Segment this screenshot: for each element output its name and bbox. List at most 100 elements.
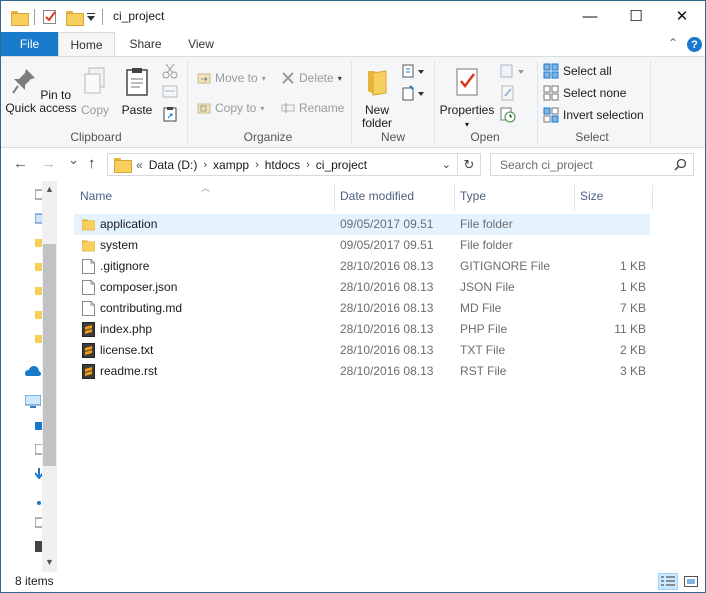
file-name: readme.rst <box>100 364 158 378</box>
breadcrumb-htdocs[interactable]: htdocs <box>265 158 300 172</box>
collapse-ribbon-icon[interactable]: ⌃ <box>668 36 678 50</box>
organize-group-label: Organize <box>243 130 293 144</box>
divider <box>34 9 35 25</box>
help-icon[interactable]: ? <box>687 37 702 52</box>
new-item-icon <box>402 64 424 78</box>
file-row[interactable]: readme.rst 28/10/2016 08.13 RST File 3 KB <box>74 361 650 382</box>
up-button[interactable]: ↑ <box>88 155 96 172</box>
column-divider[interactable] <box>652 185 653 211</box>
file-type: File folder <box>460 238 513 252</box>
scroll-up-arrow-icon[interactable]: ▲ <box>45 184 54 194</box>
large-icons-view-icon <box>684 576 698 587</box>
status-bar: 8 items <box>1 572 705 592</box>
breadcrumb-separator[interactable]: › <box>203 159 207 171</box>
select-none-icon <box>543 85 559 101</box>
column-header-date-modified[interactable]: Date modified <box>334 181 454 211</box>
nav-pane-scrollbar-thumb[interactable] <box>43 244 56 466</box>
properties-icon <box>456 68 478 96</box>
address-dropdown-icon[interactable]: ⌄ <box>442 158 451 171</box>
ribbon-tabs: File Home Share View ⌃ ? <box>1 32 705 57</box>
select-all-button[interactable]: Select all <box>543 63 612 79</box>
file-name: .gitignore <box>100 259 150 273</box>
copy-path-button[interactable] <box>162 85 178 99</box>
search-input[interactable]: Search ci_project <box>490 153 694 176</box>
move-to-button[interactable]: Move to ▾ <box>197 71 266 85</box>
tab-home[interactable]: Home <box>58 32 115 57</box>
address-folder-icon <box>114 158 132 173</box>
details-view-button[interactable] <box>658 573 678 590</box>
onedrive-icon[interactable] <box>25 365 41 377</box>
file-row[interactable]: contributing.md 28/10/2016 08.13 MD File 7 … <box>74 298 650 319</box>
pin-to-quick-access-button[interactable]: Pin to Quick access <box>5 67 77 115</box>
scroll-down-arrow-icon[interactable]: ▼ <box>45 557 54 567</box>
forward-button[interactable]: → <box>41 155 56 172</box>
clipboard-group-label: Clipboard <box>70 130 122 144</box>
tab-share[interactable]: Share <box>118 32 173 56</box>
tab-view[interactable]: View <box>177 32 225 56</box>
properties-button[interactable]: Properties ▾ <box>438 67 496 131</box>
file-name: index.php <box>100 322 153 336</box>
explorer-window: ci_project — ☐ ✕ File Home Share View ⌃ … <box>0 0 706 593</box>
copy-button[interactable]: Copy <box>78 67 112 117</box>
select-group-label: Select <box>575 130 609 144</box>
paste-shortcut-button[interactable] <box>162 106 178 122</box>
breadcrumb-drive[interactable]: Data (D:) <box>149 158 198 172</box>
paste-button[interactable]: Paste <box>119 67 155 117</box>
history-button[interactable] <box>500 107 516 123</box>
open-icon <box>500 64 524 78</box>
file-row[interactable]: application 09/05/2017 09.51 File folder <box>74 214 650 235</box>
close-button[interactable]: ✕ <box>659 1 705 31</box>
address-bar[interactable]: « Data (D:) › xampp › htdocs › ci_projec… <box>107 153 458 176</box>
delete-button[interactable]: Delete ▾ <box>281 71 342 85</box>
refresh-button[interactable]: ↻ <box>458 153 481 176</box>
breadcrumb-separator[interactable]: › <box>255 159 259 171</box>
title-bar: ci_project — ☐ ✕ <box>1 1 705 32</box>
open-button[interactable] <box>500 63 526 79</box>
file-row[interactable]: .gitignore 28/10/2016 08.13 GITIGNORE File… <box>74 256 650 277</box>
ribbon-divider <box>650 61 651 145</box>
customize-toolbar-icon[interactable] <box>87 8 95 26</box>
tab-file[interactable]: File <box>1 32 58 56</box>
breadcrumb-xampp[interactable]: xampp <box>213 158 249 172</box>
breadcrumb-overflow[interactable]: « <box>136 158 143 172</box>
maximize-button[interactable]: ☐ <box>613 1 659 31</box>
select-none-label: Select none <box>563 86 627 100</box>
new-folder-label: New folder <box>361 103 393 130</box>
recent-locations-button[interactable]: ⌄ <box>68 152 79 168</box>
rename-label: Rename <box>299 101 345 115</box>
file-name: application <box>100 217 158 231</box>
back-button[interactable]: ← <box>13 155 28 172</box>
minimize-button[interactable]: — <box>567 1 613 31</box>
column-header-size[interactable]: Size <box>574 181 652 211</box>
paste-label: Paste <box>121 103 153 117</box>
easy-access-button[interactable] <box>402 85 426 101</box>
file-row[interactable]: composer.json 28/10/2016 08.13 JSON File 1 … <box>74 277 650 298</box>
file-row[interactable]: license.txt 28/10/2016 08.13 TXT File 2 KB <box>74 340 650 361</box>
invert-selection-button[interactable]: Invert selection <box>543 107 644 123</box>
copy-path-icon <box>162 85 178 98</box>
large-icons-view-button[interactable] <box>681 573 701 590</box>
file-row[interactable]: index.php 28/10/2016 08.13 PHP File 11 KB <box>74 319 650 340</box>
history-icon <box>500 107 516 123</box>
edit-icon <box>501 85 514 101</box>
properties-quick-icon[interactable] <box>43 8 58 26</box>
rename-button[interactable]: Rename <box>281 101 344 115</box>
file-date-modified: 28/10/2016 08.13 <box>340 364 434 378</box>
breadcrumb-ci-project[interactable]: ci_project <box>316 158 367 172</box>
cut-button[interactable] <box>162 63 178 79</box>
copy-icon <box>84 67 105 94</box>
invert-selection-label: Invert selection <box>563 108 644 122</box>
new-item-button[interactable] <box>402 63 426 79</box>
file-row[interactable]: system 09/05/2017 09.51 File folder <box>74 235 650 256</box>
this-pc-icon[interactable] <box>25 395 41 409</box>
ribbon-divider <box>434 61 435 145</box>
edit-button[interactable] <box>500 85 516 101</box>
new-folder-quick-icon[interactable] <box>66 8 84 26</box>
breadcrumb-separator[interactable]: › <box>306 159 310 171</box>
column-header-type[interactable]: Type <box>454 181 574 211</box>
new-folder-button[interactable]: New folder <box>355 67 399 130</box>
file-size: 3 KB <box>619 364 646 378</box>
copy-to-button[interactable]: Copy to ▾ <box>197 101 264 115</box>
column-header-name[interactable]: Name <box>74 181 334 211</box>
select-none-button[interactable]: Select none <box>543 85 626 101</box>
